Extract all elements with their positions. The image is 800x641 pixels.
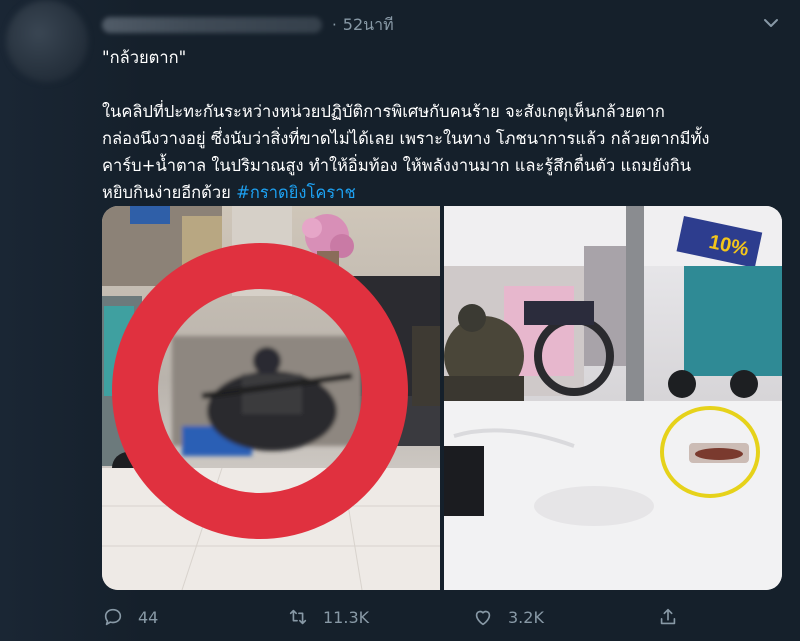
author-name-blurred[interactable] (102, 17, 322, 33)
tweet-line-1: ในคลิปที่ปะทะกันระหว่างหน่วยปฏิบัติการพิ… (102, 102, 665, 121)
retweet-icon (289, 609, 307, 625)
photo-left-image (102, 206, 440, 590)
photo-right[interactable]: 10% (444, 206, 782, 590)
retweet-button[interactable]: 11.3K (287, 606, 472, 628)
tweet-title-line: "กล้วยตาก" (102, 48, 187, 67)
photo-left[interactable] (102, 206, 440, 590)
reply-button[interactable]: 44 (102, 606, 287, 628)
share-button[interactable] (657, 606, 697, 628)
like-count: 3.2K (508, 607, 544, 627)
tweet-header: · 52นาที (102, 14, 394, 36)
retweet-count: 11.3K (323, 607, 370, 627)
hashtag-link[interactable]: #กราดยิงโคราช (236, 183, 356, 202)
tweet-actions: 44 11.3K 3.2K (102, 600, 702, 634)
heart-icon (475, 610, 491, 626)
tweet-line-4-text: หยิบกินง่ายอีกด้วย (102, 183, 237, 202)
like-button[interactable]: 3.2K (472, 606, 657, 628)
tweet-line-3: คาร์บ+น้ำตาล ในปริมาณสูง ทำให้อิ่มท้อง ใ… (102, 156, 691, 175)
reply-count: 44 (138, 607, 159, 627)
tweet-text: "กล้วยตาก" ในคลิปที่ปะทะกันระหว่างหน่วยป… (102, 44, 792, 206)
tweet-card: · 52นาที "กล้วยตาก" ในคลิปที่ปะทะกันระหว… (0, 0, 800, 641)
reply-icon (104, 608, 122, 626)
tweet-timestamp[interactable]: 52นาที (343, 13, 394, 38)
tweet-line-2: กล่องนึงวางอยู่ ซึ่งนับว่าสิ่งที่ขาดไม่ไ… (102, 129, 710, 148)
tweet-line-4: หยิบกินง่ายอีกด้วย #กราดยิงโคราช (102, 179, 792, 206)
separator-dot: · (332, 16, 337, 34)
share-icon (660, 608, 676, 625)
chevron-down-icon[interactable] (762, 14, 780, 32)
media-grid: 10% (102, 206, 782, 590)
avatar[interactable] (6, 0, 88, 82)
photo-right-image: 10% (444, 206, 782, 590)
